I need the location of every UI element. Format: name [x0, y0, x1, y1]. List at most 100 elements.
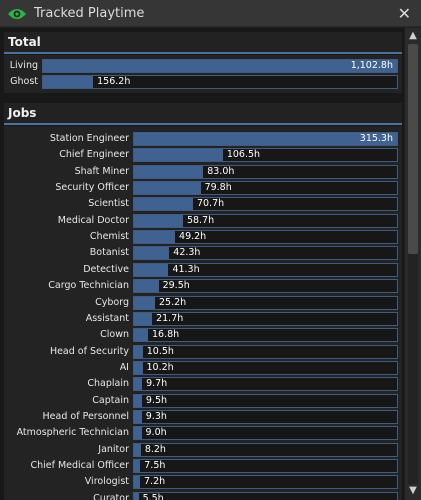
total-value: 156.2h [97, 76, 131, 87]
job-label: Curator [93, 492, 129, 500]
total-value: 1,102.8h [350, 60, 393, 71]
job-bar-track: 10.2h [133, 360, 398, 375]
job-bar-track: 58.7h [133, 213, 398, 228]
playtime-content: Total Living 1,102.8h Ghost 156.2h Jobs Sta… [0, 28, 404, 500]
scroll-up-arrow-icon[interactable]: ▲ [405, 29, 421, 43]
job-row: Cargo Technician 29.5h [4, 279, 402, 294]
job-bar-fill [134, 247, 170, 260]
job-bar-track: 9.0h [133, 426, 398, 441]
job-bar-fill [134, 345, 143, 358]
window-title: Tracked Playtime [34, 5, 145, 21]
total-bar-fill [43, 60, 397, 72]
job-bar-fill [134, 476, 140, 489]
job-row: Head of Personnel 9.3h [4, 409, 402, 424]
job-value: 49.2h [179, 231, 207, 243]
total-bar-track: 1,102.8h [42, 59, 398, 73]
job-label: Security Officer [55, 182, 129, 194]
job-bar-track: 315.3h [133, 132, 398, 146]
job-label: Chief Engineer [59, 149, 129, 161]
job-value: 21.7h [156, 312, 184, 324]
job-value: 16.8h [152, 329, 180, 341]
job-bar-fill [134, 231, 176, 244]
job-label: Cyborg [95, 296, 129, 308]
job-row: Chief Engineer 106.5h [4, 148, 402, 163]
jobs-section-header: Jobs [4, 103, 402, 125]
job-label: Captain [92, 394, 129, 406]
job-value: 9.0h [145, 427, 167, 439]
job-value: 5.5h [142, 492, 164, 500]
job-bar-track: 9.3h [133, 409, 398, 424]
job-bar-track: 8.2h [133, 442, 398, 457]
job-row: Chief Medical Officer 7.5h [4, 459, 402, 473]
jobs-section: Station Engineer 315.3h Chief Engineer 106.… [4, 126, 402, 500]
job-value: 9.7h [146, 378, 168, 390]
job-row: Virologist 7.2h [4, 475, 402, 490]
job-value: 70.7h [196, 198, 225, 210]
job-row: Chaplain 9.7h [4, 377, 402, 392]
total-row: Ghost 156.2h [4, 75, 402, 89]
job-value: 315.3h [359, 133, 393, 144]
job-bar-track: 5.5h [133, 491, 398, 500]
total-row: Living 1,102.8h [4, 59, 402, 73]
total-section-header: Total [4, 32, 402, 54]
job-row: Janitor 8.2h [4, 442, 402, 457]
job-bar-fill [134, 296, 156, 309]
job-bar-fill [134, 182, 201, 195]
job-bar-fill [134, 149, 223, 162]
job-bar-track: 41.3h [133, 262, 398, 277]
job-bar-fill [134, 214, 183, 227]
job-bar-track: 83.0h [133, 164, 398, 179]
total-section: Living 1,102.8h Ghost 156.2h [4, 55, 402, 93]
job-bar-fill [134, 460, 141, 472]
job-bar-fill [134, 443, 141, 456]
job-bar-track: 70.7h [133, 197, 398, 212]
job-bar-track: 9.5h [133, 393, 398, 408]
job-label: Janitor [98, 443, 129, 455]
job-bar-fill [134, 263, 169, 276]
job-value: 41.3h [172, 263, 200, 275]
job-value: 10.5h [146, 345, 174, 357]
job-value: 106.5h [226, 149, 261, 161]
job-bar-track: 16.8h [133, 328, 398, 343]
job-bar-track: 29.5h [133, 279, 398, 294]
job-bar-fill [134, 427, 142, 440]
job-bar-fill [134, 198, 193, 211]
job-value: 10.2h [146, 361, 174, 373]
scrollbar[interactable]: ▲ ▼ [405, 28, 421, 500]
job-row: Cyborg 25.2h [4, 295, 402, 310]
job-bar-track: 7.2h [133, 475, 398, 490]
job-label: Chaplain [87, 378, 129, 390]
job-bar-fill [134, 410, 142, 423]
job-label: AI [119, 361, 129, 373]
job-label: Station Engineer [49, 133, 129, 144]
job-value: 29.5h [162, 280, 190, 292]
job-label: Scientist [88, 198, 129, 210]
window-titlebar: Tracked Playtime ✕ [0, 0, 421, 27]
job-row: Botanist 42.3h [4, 246, 402, 261]
job-label: Head of Security [49, 345, 129, 357]
job-bar-fill [134, 329, 148, 342]
job-bar-fill [134, 165, 204, 178]
scroll-thumb[interactable] [408, 44, 418, 254]
job-label: Medical Doctor [57, 214, 129, 226]
job-row: Station Engineer 315.3h [4, 132, 402, 146]
job-bar-track: 7.5h [133, 459, 398, 473]
job-label: Assistant [85, 312, 129, 324]
scroll-down-arrow-icon[interactable]: ▼ [405, 484, 421, 498]
close-icon[interactable]: ✕ [398, 4, 411, 23]
scroll-track[interactable] [408, 254, 418, 484]
eye-icon [7, 6, 27, 20]
job-bar-track: 106.5h [133, 148, 398, 163]
job-bar-track: 21.7h [133, 311, 398, 326]
job-row: Clown 16.8h [4, 328, 402, 343]
job-row: Security Officer 79.8h [4, 181, 402, 196]
job-label: Shaft Miner [74, 165, 129, 177]
job-value: 8.2h [144, 443, 166, 455]
job-row: Detective 41.3h [4, 262, 402, 277]
total-bar-fill [43, 76, 94, 88]
job-bar-fill [134, 378, 143, 391]
job-label: Detective [83, 263, 129, 275]
job-label: Cargo Technician [48, 280, 129, 292]
job-bar-track: 42.3h [133, 246, 398, 261]
job-bar-fill [134, 492, 139, 500]
